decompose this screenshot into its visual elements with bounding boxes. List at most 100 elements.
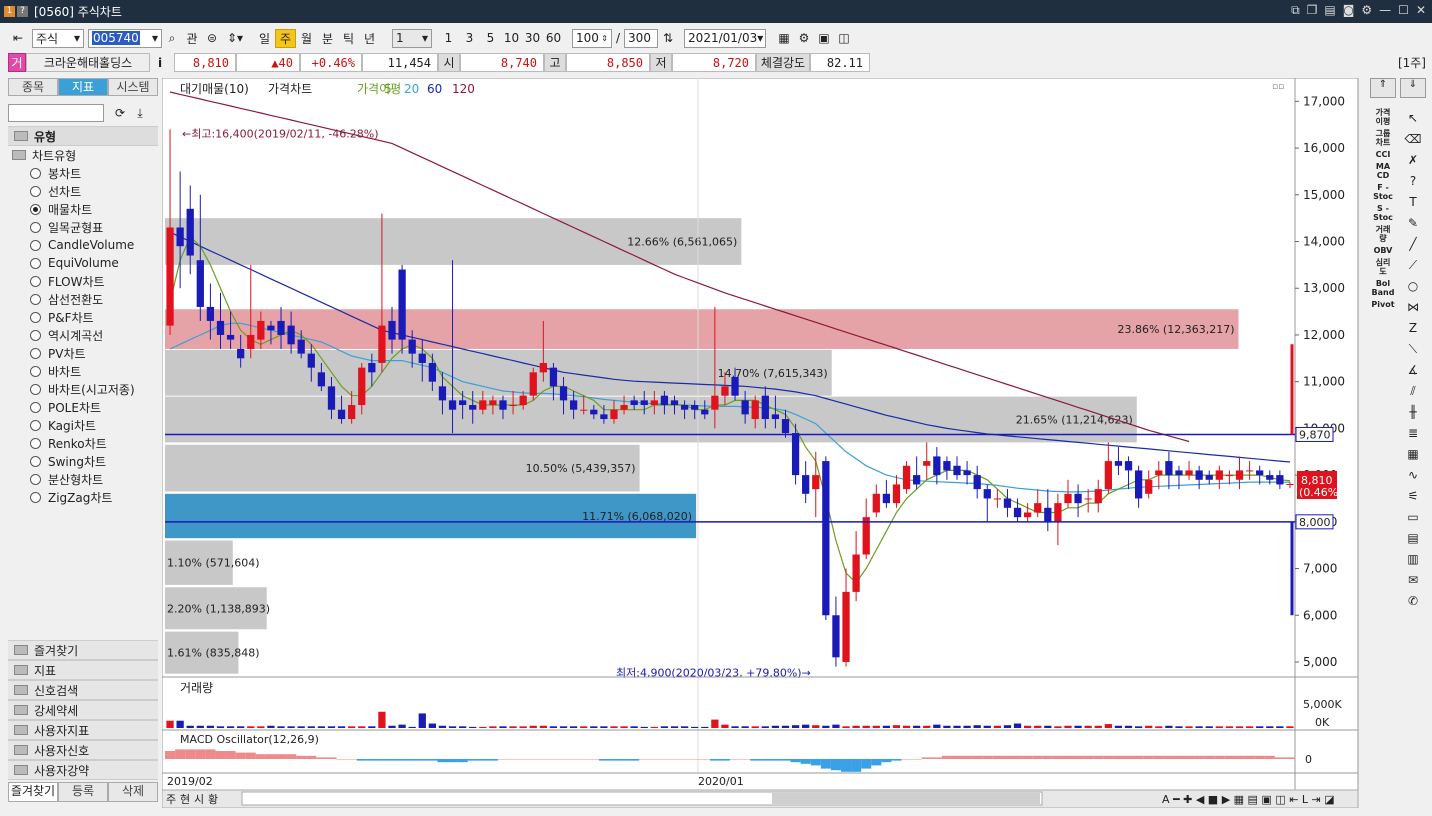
zigzag-icon[interactable]: Z bbox=[1409, 318, 1417, 338]
chart-type-item[interactable]: Renko차트 bbox=[8, 434, 158, 452]
pattern-icon[interactable]: ⋈ bbox=[1407, 297, 1419, 317]
gwan-button[interactable]: 관 bbox=[182, 29, 202, 48]
radio-icon[interactable] bbox=[30, 383, 41, 395]
pen-icon[interactable]: ✎ bbox=[1408, 213, 1418, 233]
clipboard-icon[interactable]: ▤ bbox=[1407, 528, 1418, 548]
footer-delete[interactable]: 삭제 bbox=[108, 782, 158, 802]
search-icon[interactable]: ⌕ bbox=[162, 29, 182, 48]
chart-type-item[interactable]: P&F차트 bbox=[8, 308, 158, 326]
auto-icon[interactable]: ⚟ bbox=[1408, 486, 1419, 506]
footer-register[interactable]: 등록 bbox=[58, 782, 108, 802]
gear-icon[interactable]: ⚙ bbox=[1361, 3, 1372, 18]
period-minute[interactable]: 분 bbox=[317, 29, 338, 48]
bottom-group-item[interactable]: 사용자지표 bbox=[8, 720, 158, 740]
tool-volume[interactable]: 거래 량 bbox=[1376, 225, 1391, 243]
tool-fstoc[interactable]: F - Stoc bbox=[1373, 183, 1393, 201]
interval-60[interactable]: 60 bbox=[543, 29, 564, 48]
memo-icon[interactable]: ✉ bbox=[1408, 570, 1418, 590]
radio-icon[interactable] bbox=[30, 311, 41, 323]
tool-obv[interactable]: OBV bbox=[1374, 246, 1393, 255]
tool-price-ma[interactable]: 가격 이평 bbox=[1376, 108, 1391, 126]
camera-icon[interactable]: ◙ bbox=[1343, 3, 1355, 18]
code-input[interactable]: 005740 ▾ bbox=[88, 28, 162, 48]
subgroup-chart-type[interactable]: 차트유형 bbox=[8, 146, 158, 164]
chart-type-item[interactable]: ZigZag차트 bbox=[8, 488, 158, 506]
fibo-icon[interactable]: ≣ bbox=[1408, 423, 1418, 443]
chart-type-item[interactable]: PV차트 bbox=[8, 344, 158, 362]
radio-icon[interactable] bbox=[30, 185, 41, 197]
chart-area[interactable]: 12.66% (6,561,065) 23.86% (12,363,217) 14.… bbox=[161, 77, 1362, 809]
bottom-group-item[interactable]: 사용자신호 bbox=[8, 740, 158, 760]
chart-type-item[interactable]: 바차트(시고저종) bbox=[8, 380, 158, 398]
chart-type-item[interactable]: 선차트 bbox=[8, 182, 158, 200]
interval-10[interactable]: 10 bbox=[501, 29, 522, 48]
tool-macd[interactable]: MA CD bbox=[1376, 162, 1390, 180]
info-icon[interactable]: i bbox=[150, 53, 170, 72]
copy-icon[interactable]: ❐ bbox=[1307, 3, 1318, 18]
help-icon[interactable]: ? bbox=[17, 6, 28, 17]
bottom-tab[interactable]: 황 bbox=[208, 793, 218, 806]
fan-icon[interactable]: ∡ bbox=[1408, 360, 1419, 380]
chart-type-item[interactable]: 봉차트 bbox=[8, 164, 158, 182]
chart-type-item[interactable]: 삼선전환도 bbox=[8, 290, 158, 308]
line-tool-icon[interactable]: ╱ bbox=[1409, 234, 1416, 254]
count-view-input[interactable]: 100 ⇕ bbox=[572, 28, 612, 48]
delete-all-icon[interactable]: ✗ bbox=[1408, 150, 1418, 170]
chart-type-item[interactable]: 일목균형표 bbox=[8, 218, 158, 236]
eraser-icon[interactable]: ⌫ bbox=[1405, 129, 1422, 149]
tab-indicator[interactable]: 지표 bbox=[58, 78, 108, 96]
radio-icon[interactable] bbox=[30, 203, 41, 215]
radio-icon[interactable] bbox=[30, 419, 41, 431]
tool-pivot[interactable]: Pivot bbox=[1371, 300, 1394, 309]
radio-icon[interactable] bbox=[30, 473, 41, 485]
settings-icon[interactable]: ⚙ bbox=[794, 29, 814, 48]
radio-icon[interactable] bbox=[30, 239, 41, 251]
chart-type-item[interactable]: CandleVolume bbox=[8, 236, 158, 254]
radio-icon[interactable] bbox=[30, 347, 41, 359]
chart-svg[interactable]: 12.66% (6,561,065)23.86% (12,363,217)14.… bbox=[161, 77, 1362, 809]
interval-1[interactable]: 1 bbox=[438, 29, 459, 48]
prev-stock-icon[interactable]: ⇤ bbox=[8, 29, 28, 48]
scroll-down-icon[interactable]: ⇓ bbox=[1400, 78, 1426, 98]
grid-icon[interactable]: ▦ bbox=[1407, 444, 1418, 464]
tool-bolband[interactable]: Bol Band bbox=[1372, 279, 1395, 297]
layout-icon[interactable]: ◫ bbox=[834, 29, 854, 48]
radio-icon[interactable] bbox=[30, 365, 41, 377]
chart-tool-icon[interactable]: ▦ bbox=[774, 29, 794, 48]
panel-control-icon[interactable]: ▫▫ bbox=[1272, 82, 1284, 92]
wrench-icon[interactable]: ✆ bbox=[1408, 591, 1418, 611]
trend-icon[interactable]: ⟍ bbox=[1409, 339, 1417, 359]
bottom-tools-icon[interactable]: A ━ ✚ ◀ ■ ▶ ▦ ▤ ▣ ◫ ⇤ L ⇥ ◪ bbox=[1162, 793, 1335, 806]
radio-icon[interactable] bbox=[30, 491, 41, 503]
bottom-group-item[interactable]: 지표 bbox=[8, 660, 158, 680]
download-icon[interactable]: ⤓ bbox=[130, 104, 150, 123]
save-icon[interactable]: ▣ bbox=[814, 29, 834, 48]
tab-stock[interactable]: 종목 bbox=[8, 78, 58, 96]
ray-tool-icon[interactable]: ⟋ bbox=[1409, 255, 1417, 275]
tool-sstoc[interactable]: S - Stoc bbox=[1373, 204, 1393, 222]
scroll-up-icon[interactable]: ⇑ bbox=[1370, 78, 1396, 98]
apply-icon[interactable]: ⇅ bbox=[658, 29, 678, 48]
gann-icon[interactable]: ╫ bbox=[1409, 402, 1416, 422]
count-total-input[interactable]: 300 bbox=[624, 28, 659, 48]
updown-icon[interactable]: ⇕▾ bbox=[222, 29, 248, 48]
minimize-icon[interactable]: — bbox=[1379, 3, 1391, 18]
radio-icon[interactable] bbox=[30, 167, 41, 179]
cursor-icon[interactable]: ↖ bbox=[1408, 108, 1418, 128]
help-icon[interactable]: ? bbox=[1410, 171, 1416, 191]
chart-type-item[interactable]: 역시계곡선 bbox=[8, 326, 158, 344]
channel-icon[interactable]: ⫽ bbox=[1410, 381, 1415, 401]
chart-type-item[interactable]: Swing차트 bbox=[8, 452, 158, 470]
close-icon[interactable]: ✕ bbox=[1416, 3, 1426, 18]
bottom-tab[interactable]: 시 bbox=[194, 793, 204, 806]
radio-icon[interactable] bbox=[30, 401, 41, 413]
bottom-tab[interactable]: 주 bbox=[166, 793, 176, 806]
chart-type-item[interactable]: Kagi차트 bbox=[8, 416, 158, 434]
bottom-group-item[interactable]: 사용자강약 bbox=[8, 760, 158, 780]
refresh-icon[interactable]: ⟳ bbox=[110, 104, 130, 123]
circle-tool-icon[interactable]: ○ bbox=[1408, 276, 1418, 296]
radio-icon[interactable] bbox=[30, 455, 41, 467]
bottom-group-item[interactable]: 신호검색 bbox=[8, 680, 158, 700]
wave-icon[interactable]: ∿ bbox=[1408, 465, 1418, 485]
chart-type-item[interactable]: 바차트 bbox=[8, 362, 158, 380]
